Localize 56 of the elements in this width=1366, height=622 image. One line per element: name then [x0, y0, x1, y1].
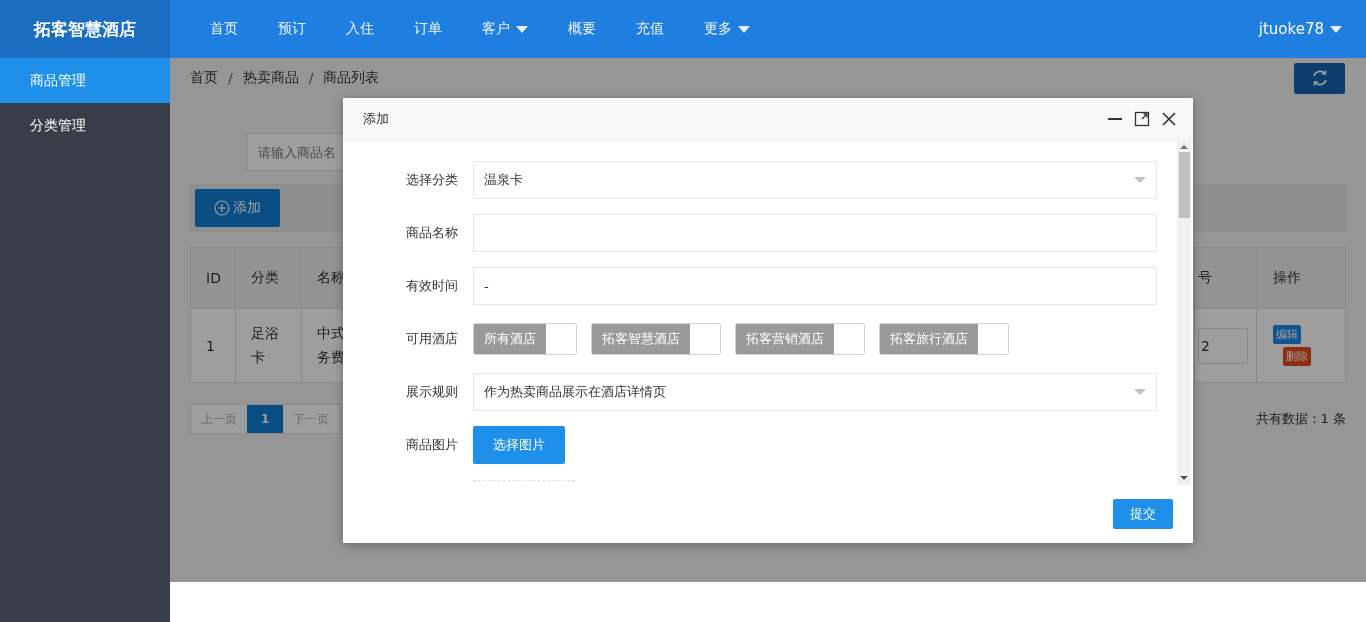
- add-button[interactable]: 添加: [195, 189, 280, 227]
- sidebar-item[interactable]: 分类管理: [0, 103, 170, 148]
- nav-link[interactable]: 订单: [400, 20, 456, 38]
- column-header: 分类: [236, 248, 302, 308]
- breadcrumb-separator: /: [308, 70, 314, 86]
- field-label: 商品图片: [405, 436, 459, 454]
- number-field[interactable]: 2: [1198, 327, 1248, 364]
- dialog-title: 添加: [363, 110, 389, 128]
- maximize-icon[interactable]: [1134, 111, 1150, 127]
- total-count: 共有数据：1 条: [1255, 410, 1346, 428]
- edit-button[interactable]: 编辑: [1273, 325, 1301, 344]
- breadcrumb-link[interactable]: 首页: [190, 69, 218, 87]
- field-label: 商品名称: [405, 224, 459, 242]
- field-label: 有效时间: [405, 277, 459, 295]
- caret-icon: [738, 25, 750, 33]
- column-header: 操作: [1272, 268, 1302, 287]
- nav-link[interactable]: 入住: [332, 20, 388, 38]
- submit-button[interactable]: 提交: [1113, 499, 1173, 529]
- close-icon[interactable]: [1161, 111, 1177, 127]
- sidebar-item[interactable]: 商品管理: [0, 58, 170, 103]
- select-field[interactable]: 作为热卖商品展示在酒店详情页: [473, 373, 1157, 411]
- plus-circle-icon: [214, 200, 230, 216]
- checkbox-toggle[interactable]: 拓客旅行酒店: [879, 323, 1009, 355]
- field-label: 可用酒店: [405, 330, 459, 348]
- refresh-button[interactable]: [1294, 62, 1345, 94]
- table-cell-text: 足浴卡: [251, 323, 279, 367]
- scrollbar[interactable]: [1177, 141, 1191, 485]
- nav-link[interactable]: 预订: [264, 20, 320, 38]
- nav-link[interactable]: 更多: [690, 20, 764, 38]
- checkbox-toggle[interactable]: 拓客智慧酒店: [591, 323, 721, 355]
- breadcrumb-separator: /: [228, 70, 233, 86]
- caret-icon: [1134, 177, 1146, 183]
- breadcrumb-link[interactable]: 热卖商品: [242, 69, 299, 87]
- caret-icon: [516, 25, 528, 33]
- choose-image-button[interactable]: 选择图片: [473, 426, 565, 464]
- field-label: 展示规则: [405, 383, 459, 401]
- nav-link[interactable]: 客户: [468, 20, 542, 38]
- checkbox-toggle[interactable]: 拓客营销酒店: [735, 323, 865, 355]
- input-field[interactable]: -: [473, 267, 1157, 305]
- user-menu[interactable]: jtuoke78: [1258, 20, 1342, 38]
- delete-button[interactable]: 删除: [1283, 347, 1311, 366]
- nav-link[interactable]: 首页: [196, 20, 252, 38]
- nav-link[interactable]: 充值: [622, 20, 678, 38]
- page-link[interactable]: 1: [247, 405, 284, 433]
- select-field[interactable]: 温泉卡: [473, 161, 1157, 199]
- nav-link[interactable]: 概要: [554, 20, 610, 38]
- caret-icon: [1330, 25, 1342, 33]
- input-field[interactable]: [473, 214, 1157, 252]
- brand-logo[interactable]: 拓客智慧酒店: [0, 0, 170, 58]
- caret-icon: [1134, 389, 1146, 395]
- checkbox-toggle[interactable]: 所有酒店: [473, 323, 577, 355]
- column-header: 号: [1195, 248, 1257, 308]
- table-cell: 1: [191, 309, 236, 382]
- breadcrumb-link[interactable]: 商品列表: [323, 69, 380, 87]
- column-header: ID: [191, 248, 236, 308]
- field-label: 选择分类: [405, 171, 459, 189]
